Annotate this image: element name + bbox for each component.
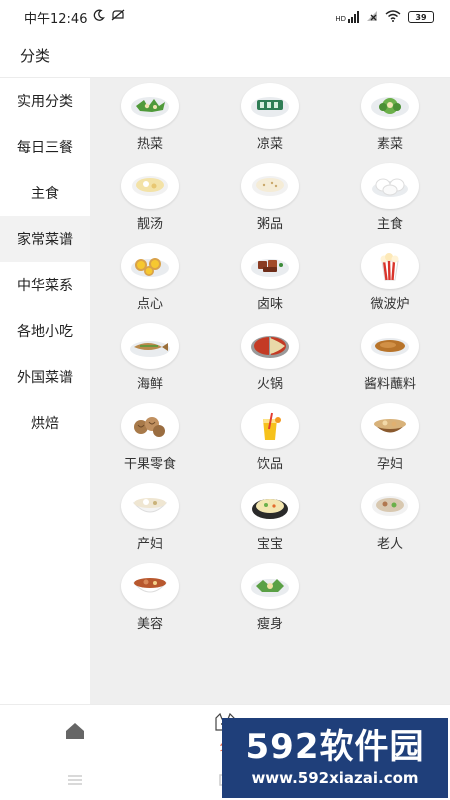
battery-icon: 39	[408, 11, 434, 23]
home-icon	[64, 721, 86, 745]
category-label: 海鲜	[136, 377, 163, 392]
elder-meal-icon	[361, 483, 419, 529]
sidebar-item-label: 外国菜谱	[17, 370, 73, 386]
slimming-icon	[241, 563, 299, 609]
sidebar-item-label: 各地小吃	[17, 324, 73, 340]
category-postpartum[interactable]: 产妇	[90, 478, 210, 558]
sidebar-item-daily-meals[interactable]: 每日三餐	[0, 124, 90, 170]
category-label: 热菜	[136, 137, 163, 152]
category-label: 微波炉	[370, 297, 410, 312]
drink-icon	[241, 403, 299, 449]
category-drinks[interactable]: 饮品	[210, 398, 330, 478]
page-title: 分类	[20, 47, 51, 65]
category-label: 点心	[136, 297, 163, 312]
baby-food-icon	[241, 483, 299, 529]
sidebar-item-label: 中华菜系	[17, 278, 73, 294]
watermark-title: 592软件园	[245, 727, 425, 767]
category-snacks[interactable]: 干果零食	[90, 398, 210, 478]
category-label: 素菜	[376, 137, 403, 152]
category-pregnancy[interactable]: 孕妇	[330, 398, 450, 478]
category-label: 老人	[376, 537, 403, 552]
category-braised[interactable]: 卤味	[210, 238, 330, 318]
category-label: 酱料蘸料	[363, 377, 416, 392]
category-sauce[interactable]: 酱料蘸料	[330, 318, 450, 398]
postpartum-soup-icon	[121, 483, 179, 529]
sidebar-item-foreign-recipes[interactable]: 外国菜谱	[0, 354, 90, 400]
category-slimming[interactable]: 瘦身	[210, 558, 330, 638]
sidebar-item-home-recipes[interactable]: 家常菜谱	[0, 216, 90, 262]
status-time: 中午12:46	[24, 11, 88, 27]
beauty-soup-icon	[121, 563, 179, 609]
egg-tart-icon	[121, 243, 179, 289]
sidebar-item-label: 家常菜谱	[17, 232, 73, 248]
category-soup[interactable]: 靓汤	[90, 158, 210, 238]
category-label: 卤味	[256, 297, 283, 312]
wifi-icon	[385, 9, 401, 25]
sidebar-item-staple[interactable]: 主食	[0, 170, 90, 216]
mute-icon	[111, 9, 125, 25]
sidebar-item-local-snacks[interactable]: 各地小吃	[0, 308, 90, 354]
category-label: 饮品	[256, 457, 283, 472]
category-elderly[interactable]: 老人	[330, 478, 450, 558]
category-label: 瘦身	[256, 617, 283, 632]
hd-signal-icon: HD	[335, 11, 359, 23]
category-vegetable-dish[interactable]: 素菜	[330, 78, 450, 158]
sidebar-item-label: 实用分类	[17, 94, 73, 110]
menu-icon	[68, 771, 82, 790]
status-bar: 中午12:46 HD 39	[0, 0, 450, 34]
sidebar-item-baking[interactable]: 烘焙	[0, 400, 90, 446]
watermark-url: www.592xiazai.com	[251, 769, 419, 787]
category-hot-dish[interactable]: 热菜	[90, 78, 210, 158]
page-header: 分类	[0, 34, 450, 78]
category-microwave[interactable]: 微波炉	[330, 238, 450, 318]
sidebar-item-chinese-cuisine[interactable]: 中华菜系	[0, 262, 90, 308]
moon-icon	[93, 9, 106, 25]
steamed-bun-icon	[361, 163, 419, 209]
category-label: 主食	[376, 217, 403, 232]
category-label: 产妇	[136, 537, 163, 552]
sidebar-item-practical[interactable]: 实用分类	[0, 78, 90, 124]
tab-home[interactable]	[0, 705, 150, 760]
pregnancy-meal-icon	[361, 403, 419, 449]
walnut-icon	[121, 403, 179, 449]
category-baby[interactable]: 宝宝	[210, 478, 330, 558]
category-seafood[interactable]: 海鲜	[90, 318, 210, 398]
hotpot-icon	[241, 323, 299, 369]
category-label: 粥品	[256, 217, 283, 232]
fish-icon	[121, 323, 179, 369]
soup-icon	[121, 163, 179, 209]
category-hotpot[interactable]: 火锅	[210, 318, 330, 398]
vegetable-dish-icon	[361, 83, 419, 129]
cold-dish-icon	[241, 83, 299, 129]
sauce-icon	[361, 323, 419, 369]
category-dim-sum[interactable]: 点心	[90, 238, 210, 318]
menu-button[interactable]	[60, 768, 90, 792]
signal-off-icon	[366, 10, 378, 25]
category-label: 火锅	[256, 377, 283, 392]
hot-dish-icon	[121, 83, 179, 129]
watermark: 592软件园 www.592xiazai.com	[222, 718, 448, 798]
category-label: 凉菜	[256, 137, 283, 152]
popcorn-icon	[361, 243, 419, 289]
category-content: 热菜 凉菜 素菜 靓汤 粥品 主食 点心 卤味 微波炉 海鲜 火锅 酱料蘸料 干…	[90, 78, 450, 704]
category-label: 孕妇	[376, 457, 403, 472]
category-porridge[interactable]: 粥品	[210, 158, 330, 238]
category-label: 靓汤	[136, 217, 163, 232]
sidebar-item-label: 烘焙	[31, 416, 59, 432]
category-staple-food[interactable]: 主食	[330, 158, 450, 238]
porridge-icon	[241, 163, 299, 209]
sidebar-item-label: 每日三餐	[17, 140, 73, 156]
category-label: 美容	[136, 617, 163, 632]
category-label: 干果零食	[123, 457, 176, 472]
braised-meat-icon	[241, 243, 299, 289]
category-label: 宝宝	[256, 537, 283, 552]
category-sidebar: 实用分类 每日三餐 主食 家常菜谱 中华菜系 各地小吃 外国菜谱 烘焙	[0, 78, 90, 704]
category-beauty[interactable]: 美容	[90, 558, 210, 638]
category-grid: 热菜 凉菜 素菜 靓汤 粥品 主食 点心 卤味 微波炉 海鲜 火锅 酱料蘸料 干…	[90, 78, 450, 638]
sidebar-item-label: 主食	[31, 186, 59, 202]
category-cold-dish[interactable]: 凉菜	[210, 78, 330, 158]
